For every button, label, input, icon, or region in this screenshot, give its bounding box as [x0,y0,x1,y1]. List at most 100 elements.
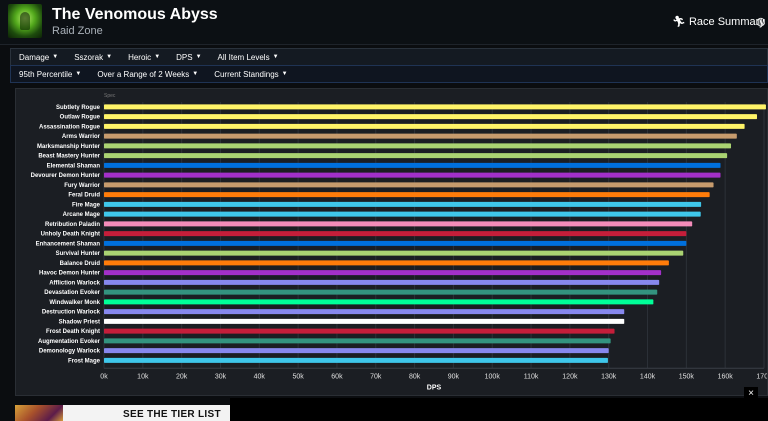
category-label: Balance Druid [60,261,101,267]
x-tick-label: 140k [640,373,656,380]
x-tick-label: 20k [176,373,188,380]
filter-percentile-dropdown[interactable]: 95th Percentile ▼ [11,70,89,79]
bar [104,123,745,129]
x-tick-label: 110k [524,373,539,380]
bar [104,240,687,246]
tier-list-banner[interactable]: SEE THE TIER LIST [15,405,230,421]
x-tick-label: 30k [215,373,227,380]
x-tick-label: 50k [292,373,304,380]
bar [104,279,660,285]
category-label: Havoc Demon Hunter [39,271,101,277]
category-label: Unholy Death Knight [41,232,100,238]
filter-standings-dropdown[interactable]: Current Standings ▼ [206,70,295,79]
x-tick-label: 170k [756,373,767,380]
bar [104,270,662,276]
category-label: Assassination Rogue [39,124,101,130]
x-tick-label: 120k [562,373,578,380]
caret-down-icon: ▼ [192,71,199,77]
category-label: Feral Druid [68,193,100,199]
filter-item-level-dropdown[interactable]: All Item Levels ▼ [210,53,287,62]
caret-down-icon: ▼ [154,54,161,60]
x-tick-label: 60k [331,373,343,380]
bar [104,182,714,188]
bar [104,231,687,237]
filter-metric-dropdown[interactable]: Damage ▼ [11,53,66,62]
x-tick-label: 100k [485,373,501,380]
caret-down-icon: ▼ [281,71,288,77]
bar [104,133,737,139]
category-label: Enhancement Shaman [36,241,101,247]
x-tick-label: 160k [718,373,734,380]
bar [104,357,608,363]
dps-chart-panel: Spec 0k 10k 20k 30k 40k 50k 60k 70k 80k 90k 100k 110… [15,88,768,396]
filter-time-range-dropdown[interactable]: Over a Range of 2 Weeks ▼ [89,70,206,79]
page-title: The Venomous Abyss [52,6,218,23]
bar [104,211,701,217]
banner-text: SEE THE TIER LIST [123,409,221,420]
category-label: Marksmanship Hunter [37,144,101,150]
category-label: Beast Mastery Hunter [38,154,100,160]
bar [104,153,728,159]
category-label: Elemental Shaman [47,163,101,169]
category-label: Devourer Demon Hunter [31,173,101,179]
category-label: Arms Warrior [62,134,101,140]
bar [104,104,766,110]
dps-bar-chart: Spec 0k 10k 20k 30k 40k 50k 60k 70k 80k 90k 100k 110… [31,93,767,391]
x-tick-label: 10k [137,373,149,380]
ad-overlay [230,398,768,421]
category-label: Fire Mage [72,202,101,208]
bar [104,114,758,120]
category-label: Shadow Priest [59,319,100,325]
x-tick-label: 70k [370,373,382,380]
caret-down-icon: ▼ [195,54,202,60]
bar [104,192,710,198]
bar [104,162,721,168]
x-tick-label: 0k [100,373,108,380]
bar [104,172,721,178]
primary-filter-bar: Damage ▼ Sszorak ▼ Heroic ▼ DPS ▼ All Item L… [10,48,768,66]
bar [104,260,669,266]
bar [104,338,611,344]
category-label: Arcane Mage [63,212,101,218]
filter-role-dropdown[interactable]: DPS ▼ [168,53,209,62]
category-label: Outlaw Rogue [60,115,101,121]
secondary-filter-bar: 95th Percentile ▼ Over a Range of 2 Weeks… [10,65,768,83]
filter-difficulty-dropdown[interactable]: Heroic ▼ [120,53,168,62]
category-label: Retribution Paladin [45,222,100,228]
category-label: Demonology Warlock [39,349,101,355]
page-subtitle: Raid Zone [52,25,103,37]
bar [104,318,625,324]
bar [104,348,609,354]
runner-icon: 🏃︎ [672,16,686,28]
bar [104,289,658,295]
caret-down-icon: ▼ [75,71,82,77]
banner-thumbnail [15,405,63,421]
x-tick-label: 80k [409,373,421,380]
x-tick-label: 130k [601,373,617,380]
category-label: Augmentation Evoker [38,339,101,345]
bar [104,143,731,149]
x-axis-label: DPS [427,384,442,391]
race-summary-label: Race Summary [688,15,765,28]
category-label: Devastation Evoker [44,290,100,296]
caret-down-icon: ▼ [272,54,279,60]
bar [104,309,625,315]
category-label: Frost Death Knight [46,329,100,335]
close-icon[interactable]: × [744,387,758,400]
bar [104,328,615,334]
venom-zone-icon [8,4,42,38]
caret-down-icon: ▼ [106,54,113,60]
category-label: Fury Warrior [64,183,100,189]
series-label: Spec [104,93,116,99]
category-label: Subtlety Rogue [56,105,101,111]
category-label: Affliction Warlock [49,280,100,286]
category-label: Destruction Warlock [42,310,101,316]
bar [104,299,654,305]
header-bar: The Venomous Abyss Raid Zone 🏃︎ Race Sum… [0,0,768,45]
filter-boss-dropdown[interactable]: Sszorak ▼ [66,53,120,62]
race-summary-link[interactable]: 🏃︎ Race Summary [672,15,765,29]
bar [104,201,702,207]
globe-icon[interactable]: ◍ [756,15,766,28]
bar [104,221,693,227]
x-tick-label: 40k [254,373,266,380]
